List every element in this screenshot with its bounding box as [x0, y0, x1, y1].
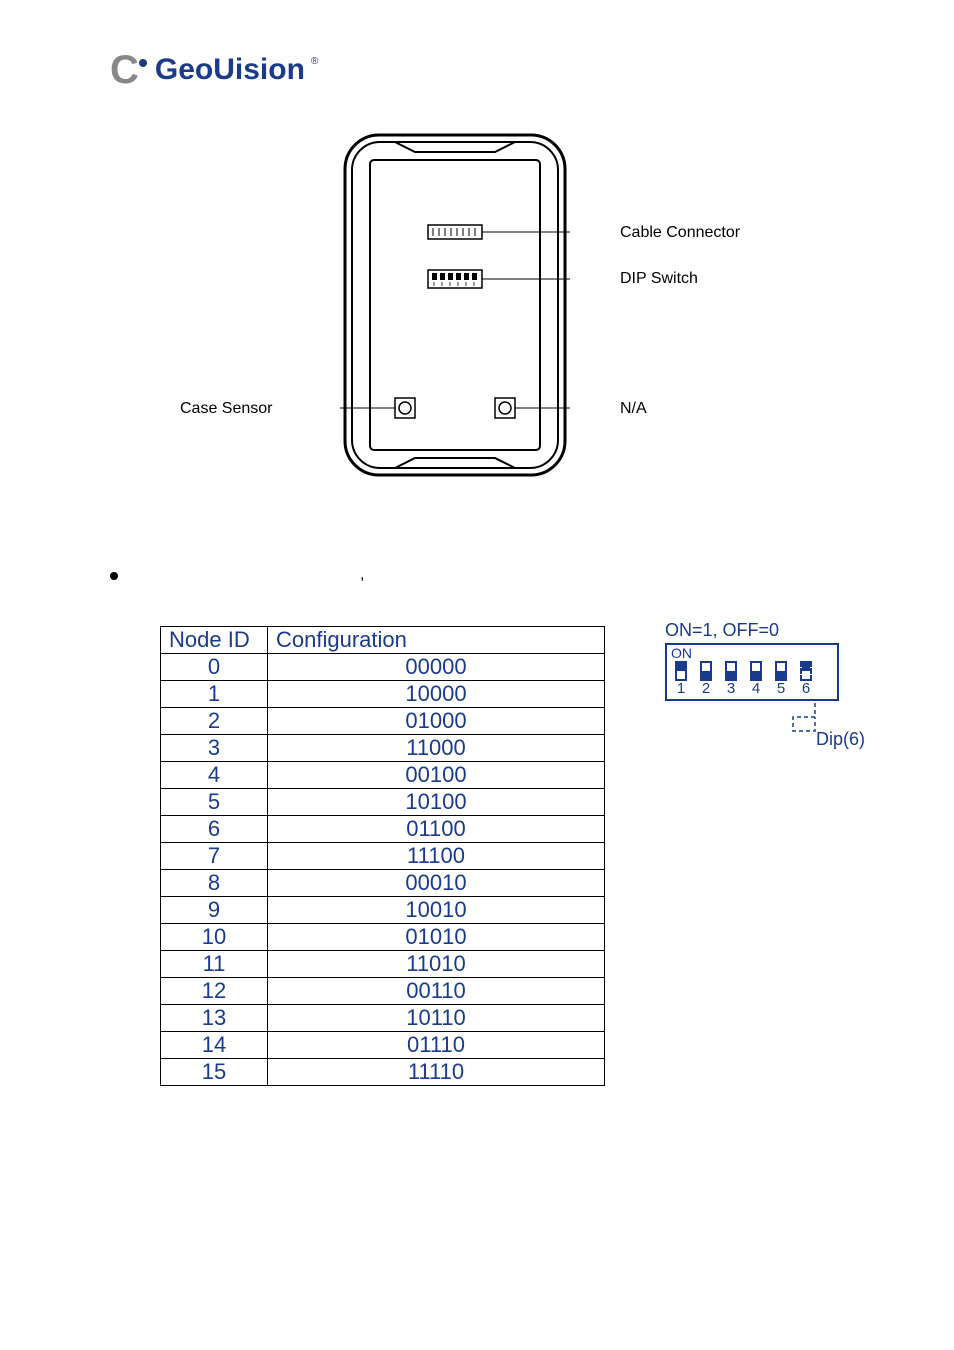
label-case-sensor: Case Sensor	[180, 400, 273, 418]
label-na: N/A	[620, 400, 647, 418]
page: C GeoUision ®	[0, 0, 954, 1350]
dip-slots: 1 2 3 4 5 6	[673, 661, 814, 697]
nodeid-table: Node ID Configuration 000000 110000 2010…	[160, 626, 605, 1086]
col-header-node-id: Node ID	[161, 627, 268, 654]
bullet-paragraph: ,	[110, 566, 854, 586]
bullet-icon	[110, 572, 118, 580]
table-row: 1310110	[161, 1005, 605, 1032]
content-row: Node ID Configuration 000000 110000 2010…	[160, 626, 854, 1086]
dip-slot-3: 3	[723, 661, 739, 697]
switch-icon	[700, 661, 712, 681]
dip-slot-5: 5	[773, 661, 789, 697]
table-row: 1401110	[161, 1032, 605, 1059]
logo-dot-icon	[139, 59, 147, 67]
dip-slot-6: 6	[798, 661, 814, 697]
dip-box: ON 1 2 3 4 5 6	[665, 643, 839, 701]
label-dip-switch: DIP Switch	[620, 270, 698, 288]
table-header-row: Node ID Configuration	[161, 627, 605, 654]
device-figure: Cable Connector DIP Switch N/A Case Sens…	[100, 130, 854, 550]
bullet-text: ,	[130, 566, 364, 586]
brand-name: GeoUision	[155, 53, 305, 87]
table-row: 1511110	[161, 1059, 605, 1086]
table-row: 711100	[161, 843, 605, 870]
switch-icon	[725, 661, 737, 681]
table-row: 1200110	[161, 978, 605, 1005]
brand-logo: C GeoUision ®	[110, 50, 854, 90]
table-row: 800010	[161, 870, 605, 897]
dip-slot-4: 4	[748, 661, 764, 697]
table-row: 910010	[161, 897, 605, 924]
table-body: 000000 110000 201000 311000 400100 51010…	[161, 654, 605, 1086]
dip-callout: Dip(6)	[665, 701, 835, 751]
switch-icon	[775, 661, 787, 681]
switch-icon	[675, 661, 687, 681]
table-row: 201000	[161, 708, 605, 735]
device-svg	[340, 130, 570, 480]
table-row: 110000	[161, 681, 605, 708]
dip-callout-label: Dip(6)	[816, 729, 865, 750]
switch-icon	[750, 661, 762, 681]
table-row: 1111010	[161, 951, 605, 978]
table-row: 000000	[161, 654, 605, 681]
table-row: 311000	[161, 735, 605, 762]
switch-icon	[800, 661, 812, 681]
logo-mark-icon: C	[110, 50, 139, 90]
dip-slot-2: 2	[698, 661, 714, 697]
dip-legend: ON=1, OFF=0	[665, 620, 839, 641]
dip-switch-diagram: ON=1, OFF=0 ON 1 2 3 4 5 6 Dip(6)	[665, 620, 839, 751]
table-row: 1001010	[161, 924, 605, 951]
col-header-configuration: Configuration	[268, 627, 605, 654]
dip-slot-1: 1	[673, 661, 689, 697]
label-cable-connector: Cable Connector	[620, 224, 740, 242]
dip-on-label: ON	[671, 645, 692, 661]
table-row: 400100	[161, 762, 605, 789]
device-outline-icon	[340, 130, 570, 480]
table-row: 510100	[161, 789, 605, 816]
trademark-icon: ®	[311, 56, 318, 67]
table-row: 601100	[161, 816, 605, 843]
